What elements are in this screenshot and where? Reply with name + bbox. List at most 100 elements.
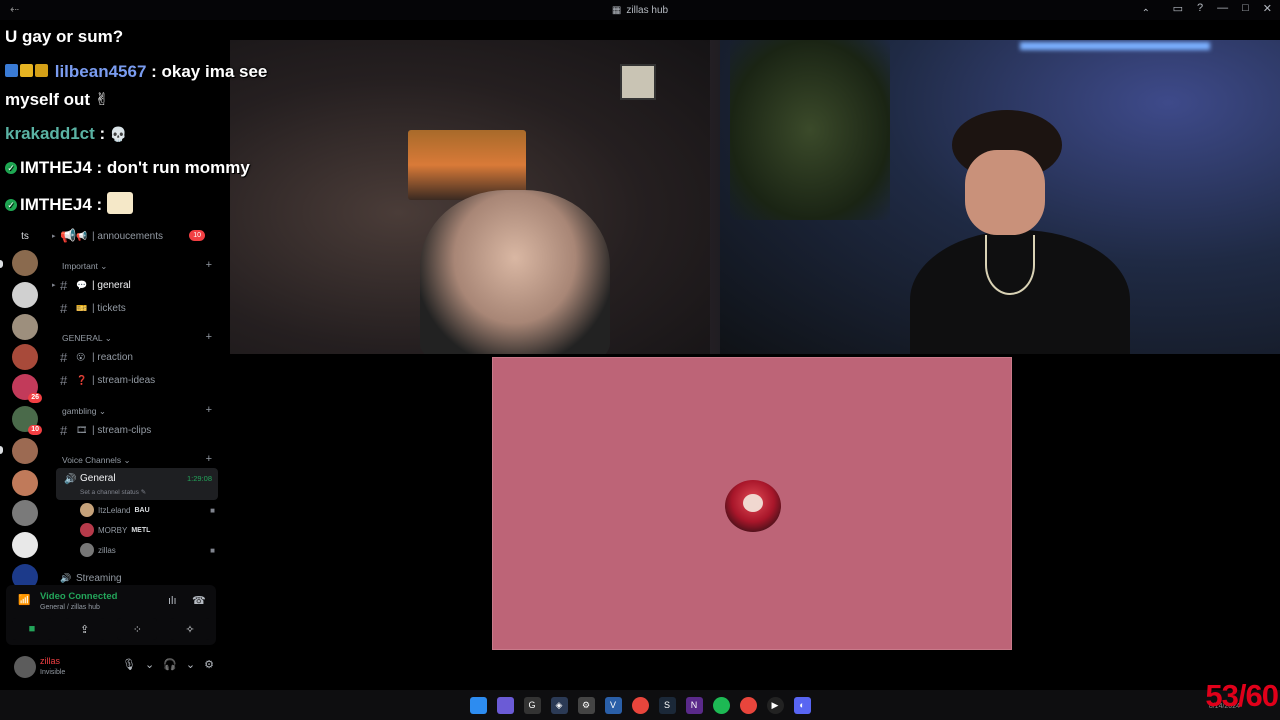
chat-username: krakadd1ct bbox=[5, 124, 95, 143]
channel-emoji: ❓ bbox=[76, 374, 88, 385]
server-icon-4[interactable] bbox=[12, 344, 38, 370]
chat-text: : bbox=[94, 124, 106, 143]
server-icon-2[interactable] bbox=[12, 282, 38, 308]
channel-general[interactable]: ▸ # 💬 | general bbox=[52, 274, 215, 296]
channel-tickets[interactable]: # 🎫 | tickets bbox=[60, 297, 215, 319]
voice-action-buttons: ■ ⇪ ⁘ ✧ bbox=[12, 618, 210, 640]
category-general[interactable]: GENERAL ⌄ + bbox=[62, 331, 212, 344]
streamer-face bbox=[965, 150, 1045, 235]
window-titlebar: ⇠ ▦ zillas hub ▭ ? — □ ✕ bbox=[0, 0, 1280, 20]
chat-text: myself out ✌ bbox=[5, 90, 109, 109]
voice-speaker-icon: 📢 bbox=[60, 228, 77, 243]
neon-light bbox=[1020, 42, 1210, 50]
microphone-icon[interactable]: 🎙 bbox=[122, 658, 136, 671]
app-icon[interactable]: N bbox=[685, 696, 703, 714]
channel-stream-ideas[interactable]: # ❓ | stream-ideas bbox=[60, 369, 215, 391]
voice-user-itzleland[interactable]: ItzLeland BAU ■ bbox=[80, 501, 215, 519]
category-gambling[interactable]: gambling ⌄ + bbox=[62, 404, 212, 417]
collapse-arrow-icon: ▸ bbox=[52, 233, 56, 240]
add-channel-icon[interactable]: + bbox=[206, 404, 212, 417]
start-menu-icon[interactable] bbox=[469, 696, 487, 714]
chrome-icon[interactable] bbox=[739, 696, 757, 714]
channel-name: | stream-clips bbox=[92, 424, 152, 436]
hash-icon: # bbox=[60, 422, 68, 438]
chevron-down-icon[interactable]: ⌄ bbox=[186, 658, 195, 671]
close-button[interactable]: ✕ bbox=[1263, 2, 1272, 15]
hash-icon: # bbox=[60, 277, 68, 293]
category-voice-channels[interactable]: Voice Channels ⌄ + bbox=[62, 453, 212, 466]
server-icon-9[interactable] bbox=[12, 500, 38, 526]
server-icon-7[interactable] bbox=[12, 438, 38, 464]
chevron-down-icon: ⌄ bbox=[100, 261, 108, 271]
add-channel-icon[interactable]: + bbox=[206, 259, 212, 272]
avatar[interactable] bbox=[14, 656, 36, 678]
disconnect-icon[interactable]: ☎ bbox=[192, 594, 206, 607]
channel-emoji: 😮 bbox=[76, 351, 86, 362]
voice-status[interactable]: Video Connected bbox=[40, 591, 117, 602]
channel-reaction[interactable]: # 😮 | reaction bbox=[60, 346, 215, 368]
channel-annoucements[interactable]: ▸ 📢 📢 | annoucements 10 bbox=[52, 225, 215, 247]
settings-gear-icon[interactable]: ⚙ bbox=[204, 658, 214, 671]
headphones-icon[interactable]: 🎧 bbox=[163, 658, 177, 671]
badge-icon bbox=[5, 64, 18, 77]
voice-channel-general[interactable]: 🔊 General Set a channel status ✎ 1:29:08 bbox=[56, 468, 218, 500]
back-arrow-icon[interactable]: ⇠ bbox=[10, 3, 19, 16]
chat-message: U gay or sum? bbox=[5, 27, 123, 47]
verified-badge-icon: ✓ bbox=[5, 199, 17, 211]
voice-location[interactable]: General / zillas hub bbox=[40, 604, 100, 611]
channel-stream-clips[interactable]: # 🎞 | stream-clips bbox=[60, 419, 215, 441]
server-icon-3[interactable] bbox=[12, 314, 38, 340]
spotify-icon[interactable] bbox=[712, 696, 730, 714]
speaker-icon: 🔊 bbox=[64, 474, 77, 485]
server-icon-5[interactable]: 26 bbox=[12, 374, 42, 403]
chrome-icon[interactable] bbox=[631, 696, 649, 714]
app-icon[interactable]: G bbox=[523, 696, 541, 714]
channel-status-input[interactable]: Set a channel status ✎ bbox=[80, 488, 146, 496]
server-ts[interactable]: ts bbox=[14, 226, 36, 248]
discord-icon[interactable]: ◐ bbox=[793, 696, 811, 714]
channel-name: | stream-ideas bbox=[92, 374, 156, 386]
activities-button[interactable]: ⁘ bbox=[117, 618, 158, 640]
app-icon[interactable]: ⚙ bbox=[577, 696, 595, 714]
chat-username: lilbean4567 bbox=[54, 62, 147, 81]
tray-caret-icon[interactable]: ⌃ bbox=[1142, 8, 1150, 19]
vscode-icon[interactable]: V bbox=[604, 696, 622, 714]
voice-channel-name: General bbox=[80, 473, 116, 484]
widgets-icon[interactable] bbox=[496, 696, 514, 714]
help-icon[interactable]: ? bbox=[1197, 2, 1203, 15]
category-important[interactable]: Important ⌄ + bbox=[62, 259, 212, 272]
server-icon-1[interactable] bbox=[12, 250, 38, 276]
channel-name: | annoucements bbox=[92, 230, 163, 242]
window-controls: ▭ ? — □ ✕ bbox=[1173, 2, 1272, 15]
noise-suppression-icon[interactable]: ılı bbox=[168, 595, 177, 607]
minimize-button[interactable]: — bbox=[1217, 2, 1228, 15]
inbox-icon[interactable]: ▭ bbox=[1173, 2, 1183, 15]
server-icon-6[interactable]: 10 bbox=[12, 406, 42, 435]
chevron-down-icon[interactable]: ⌄ bbox=[145, 658, 154, 671]
camera-button[interactable]: ■ bbox=[12, 618, 52, 640]
video-stream[interactable] bbox=[230, 40, 1280, 354]
channel-name: | general bbox=[92, 279, 131, 291]
steam-icon[interactable]: S bbox=[658, 696, 676, 714]
chat-username: IMTHEJ4 bbox=[20, 195, 92, 214]
hash-icon: # bbox=[60, 349, 68, 365]
unread-indicator bbox=[0, 446, 3, 454]
maximize-button[interactable]: □ bbox=[1242, 2, 1249, 15]
soundboard-button[interactable]: ✧ bbox=[169, 618, 210, 640]
channel-emoji: 🎫 bbox=[76, 302, 88, 313]
screen-share-button[interactable]: ⇪ bbox=[64, 618, 105, 640]
unread-indicator bbox=[0, 260, 3, 268]
media-player-icon[interactable]: ▶ bbox=[766, 696, 784, 714]
add-channel-icon[interactable]: + bbox=[206, 331, 212, 344]
server-icon-10[interactable] bbox=[12, 532, 38, 558]
wall-poster bbox=[620, 64, 656, 100]
voice-user-morby[interactable]: MORBY METL bbox=[80, 521, 215, 539]
signal-icon[interactable]: 📶 bbox=[18, 595, 30, 606]
username[interactable]: zillas bbox=[40, 656, 60, 666]
server-icon-8[interactable] bbox=[12, 470, 38, 496]
chat-message: ✓ IMTHEJ4 : bbox=[5, 192, 133, 215]
voice-user-zillas[interactable]: zillas ■ bbox=[80, 541, 215, 559]
add-channel-icon[interactable]: + bbox=[206, 453, 212, 466]
screen-share-tile[interactable] bbox=[492, 357, 1012, 650]
app-icon[interactable]: ◈ bbox=[550, 696, 568, 714]
